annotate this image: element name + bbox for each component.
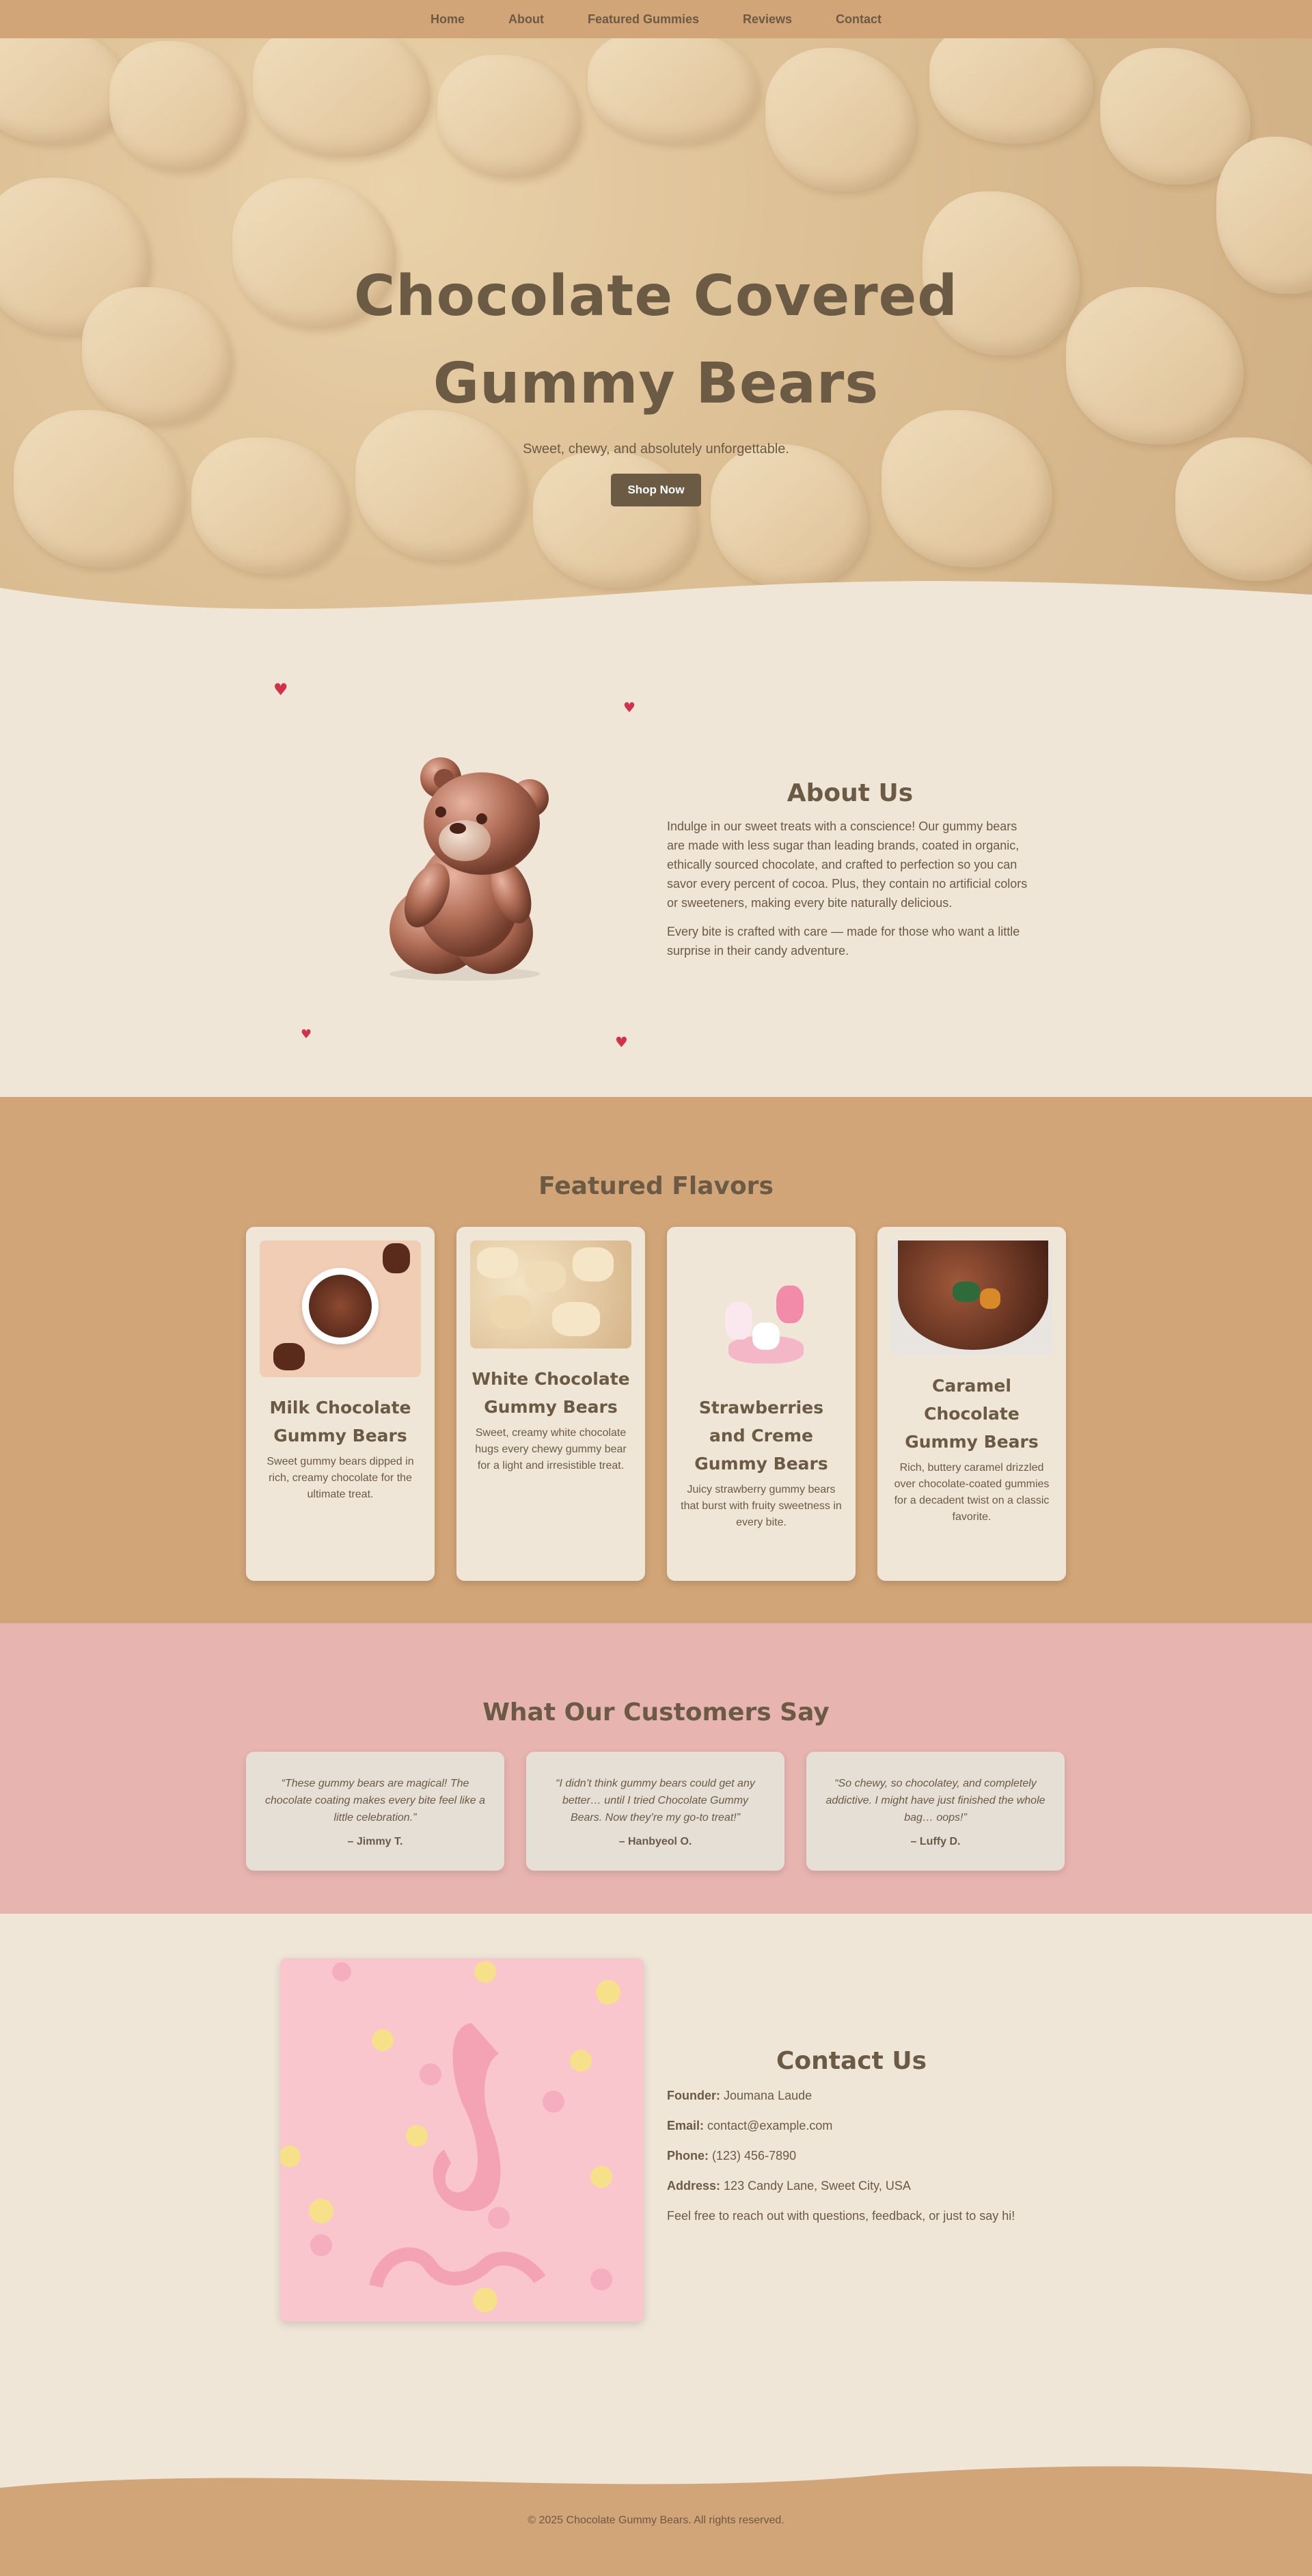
heart-icon: ♥: [623, 699, 636, 716]
review-quote: “These gummy bears are magical! The choc…: [265, 1778, 485, 1823]
review-card: “I didn’t think gummy bears could get an…: [526, 1752, 784, 1871]
review-card: “So chewy, so chocolatey, and completely…: [806, 1752, 1065, 1871]
reviews-title: What Our Customers Say: [482, 1698, 830, 1726]
flavor-description: Juicy strawberry gummy bears that burst …: [681, 1484, 842, 1528]
flavor-name: Milk Chocolate Gummy Bears: [269, 1398, 411, 1446]
phone-label: Phone:: [667, 2149, 709, 2163]
hero-title: Chocolate Covered Gummy Bears: [0, 253, 1312, 428]
review-card: “These gummy bears are magical! The choc…: [246, 1752, 504, 1871]
address-label: Address:: [667, 2179, 721, 2193]
about-paragraph-1: Indulge in our sweet treats with a consc…: [667, 819, 1028, 910]
founder-value: Joumana Laude: [724, 2089, 812, 2102]
flavor-card-strawberries-creme[interactable]: Strawberries and Creme Gummy Bears Juicy…: [667, 1227, 856, 1581]
hero-title-line-2: Gummy Bears: [433, 351, 879, 416]
founder-row: Founder: Joumana Laude: [667, 2086, 1036, 2105]
phone-row: Phone: (123) 456-7890: [667, 2146, 1036, 2165]
caramel-chocolate-image: [891, 1240, 1052, 1355]
chocolate-bear-image: [355, 745, 574, 984]
flavor-card-milk-chocolate[interactable]: Milk Chocolate Gummy Bears Sweet gummy b…: [246, 1227, 435, 1581]
address-value: 123 Candy Lane, Sweet City, USA: [724, 2179, 911, 2193]
email-row: Email: contact@example.com: [667, 2116, 1036, 2135]
flavor-name: White Chocolate Gummy Bears: [472, 1369, 630, 1417]
reviews-section: What Our Customers Say “These gummy bear…: [0, 1623, 1312, 1914]
nav-contact-link[interactable]: Contact: [836, 12, 882, 27]
contact-note: Feel free to reach out with questions, f…: [667, 2209, 1015, 2223]
heart-icon: ♥: [301, 1027, 312, 1042]
shop-now-button[interactable]: Shop Now: [611, 474, 701, 506]
flavor-description: Sweet, creamy white chocolate hugs every…: [475, 1427, 627, 1472]
featured-flavors-title: Featured Flavors: [538, 1172, 774, 1200]
about-paragraph-2: Every bite is crafted with care — made f…: [667, 925, 1020, 958]
strawberries-creme-image: [681, 1240, 842, 1377]
nav-featured-gummies-link[interactable]: Featured Gummies: [588, 12, 699, 27]
about-section: ♥ ♥ ♥ ♥ About Us Indulge in our sweet tr…: [0, 622, 1312, 1097]
milk-chocolate-image: [260, 1240, 421, 1377]
footer-wave-divider: [0, 2466, 1312, 2495]
email-label: Email:: [667, 2119, 705, 2132]
white-chocolate-image: [470, 1240, 631, 1348]
about-title: About Us: [787, 779, 914, 807]
hero-section: Chocolate Covered Gummy Bears Sweet, che…: [0, 0, 1312, 622]
nav-home-link[interactable]: Home: [430, 12, 465, 27]
review-quote: “I didn’t think gummy bears could get an…: [556, 1778, 755, 1823]
hero-wave-divider: [0, 581, 1312, 622]
nav-about-link[interactable]: About: [508, 12, 544, 27]
heart-icon: ♥: [273, 680, 288, 699]
review-author: – Luffy D.: [910, 1836, 961, 1847]
flavor-name: Caramel Chocolate Gummy Bears: [905, 1376, 1039, 1452]
contact-title: Contact Us: [776, 2047, 927, 2075]
flavor-card-caramel-chocolate[interactable]: Caramel Chocolate Gummy Bears Rich, butt…: [877, 1227, 1066, 1581]
flavor-description: Rich, buttery caramel drizzled over choc…: [894, 1462, 1050, 1523]
featured-flavors-section: Featured Flavors Milk Chocolate Gummy Be…: [0, 1097, 1312, 1623]
address-row: Address: 123 Candy Lane, Sweet City, USA: [667, 2176, 1036, 2195]
hero-title-line-1: Chocolate Covered: [354, 264, 958, 329]
email-value[interactable]: contact@example.com: [707, 2119, 832, 2132]
flavor-description: Sweet gummy bears dipped in rich, creamy…: [266, 1456, 414, 1500]
heart-icon: ♥: [615, 1034, 628, 1050]
contact-section: Contact Us Founder: Joumana Laude Email:…: [0, 1914, 1312, 2491]
nav-reviews-link[interactable]: Reviews: [743, 12, 792, 27]
flavor-name: Strawberries and Creme Gummy Bears: [694, 1398, 828, 1474]
review-author: – Jimmy T.: [347, 1836, 403, 1847]
hero-subtitle: Sweet, chewy, and absolutely unforgettab…: [523, 442, 789, 457]
footer-copyright: © 2025 Chocolate Gummy Bears. All rights…: [528, 2514, 784, 2526]
review-quote: “So chewy, so chocolatey, and completely…: [825, 1778, 1046, 1823]
phone-value[interactable]: (123) 456-7890: [712, 2149, 796, 2163]
footer: © 2025 Chocolate Gummy Bears. All rights…: [0, 2466, 1312, 2576]
flavor-card-white-chocolate[interactable]: White Chocolate Gummy Bears Sweet, cream…: [456, 1227, 645, 1581]
founder-label: Founder:: [667, 2089, 720, 2102]
pink-telephone-image: [280, 1958, 644, 2322]
top-navigation: Home About Featured Gummies Reviews Cont…: [0, 0, 1312, 38]
review-author: – Hanbyeol O.: [618, 1836, 692, 1847]
